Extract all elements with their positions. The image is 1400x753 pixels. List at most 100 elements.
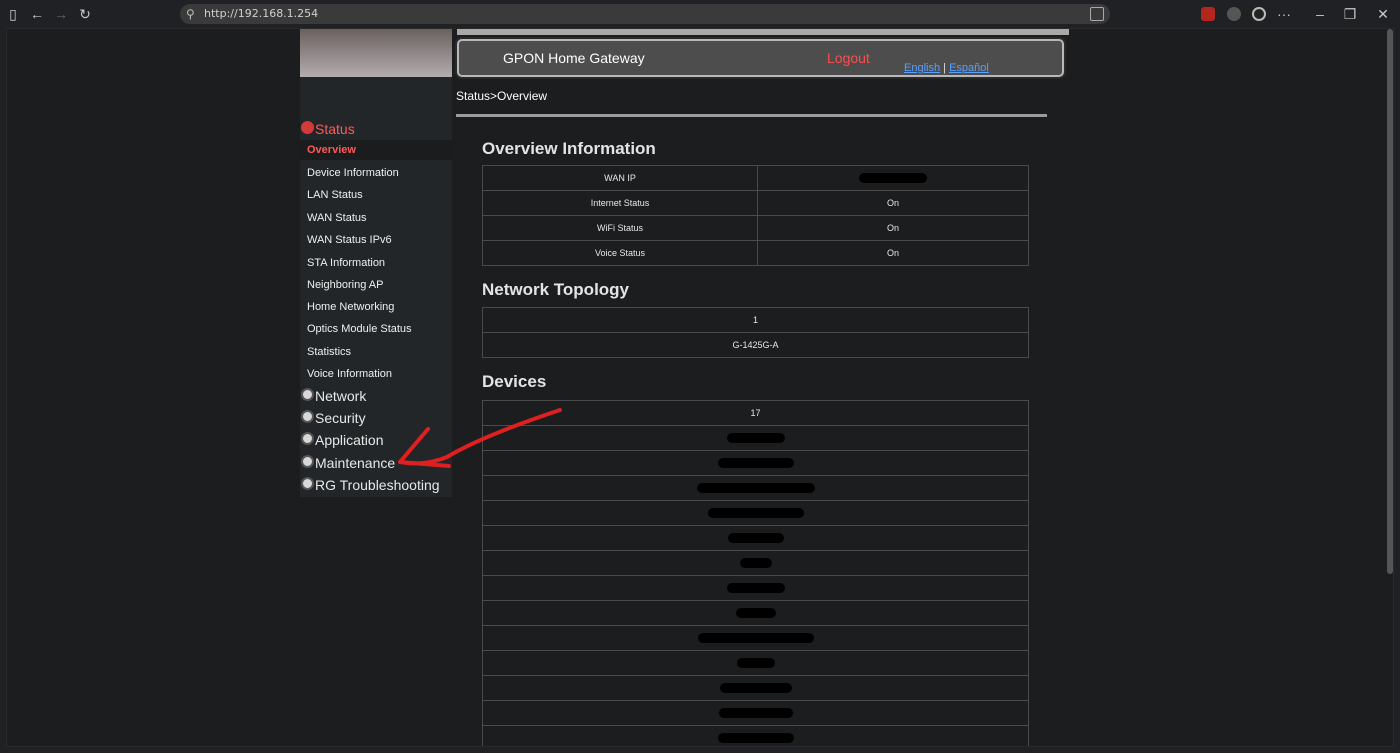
menu-status-label: Status [315, 121, 355, 137]
browser-toolbar: ▯ ← → ↻ ⚲ http://192.168.1.254 ··· – ❐ ✕ [0, 0, 1400, 28]
page-viewport: GPON Home Gateway Logout English | Españ… [6, 28, 1394, 747]
table-row: G-1425G-A [482, 332, 1029, 358]
table-row [482, 625, 1029, 651]
redaction-mark [726, 433, 785, 444]
sidebar-item-home-networking[interactable]: Home Networking [300, 297, 452, 317]
sidebar-item-neighboring-ap[interactable]: Neighboring AP [300, 275, 452, 295]
wan-ip-label: WAN IP [482, 165, 758, 191]
site-info-icon[interactable]: ⚲ [186, 5, 202, 23]
language-selector: English | Español [904, 62, 989, 74]
reader-mode-icon[interactable] [1090, 7, 1104, 21]
status-menu-icon [301, 121, 314, 134]
gateway-header: GPON Home Gateway Logout English | Españ… [457, 39, 1064, 77]
application-menu-icon [301, 432, 314, 445]
redaction-mark [735, 608, 776, 619]
restore-icon[interactable]: ❐ [1341, 5, 1359, 23]
internet-status-label: Internet Status [482, 190, 758, 216]
device-row-redacted [482, 550, 1029, 576]
device-row-redacted [482, 500, 1029, 526]
gateway-title: GPON Home Gateway [503, 50, 645, 66]
device-row-redacted [482, 600, 1029, 626]
breadcrumb: Status>Overview [456, 89, 548, 103]
menu-application-label: Application [315, 432, 384, 448]
device-row-redacted [482, 575, 1029, 601]
table-row [482, 675, 1029, 701]
internet-status-value: On [757, 190, 1029, 216]
sidebar-item-optics-module-status[interactable]: Optics Module Status [300, 319, 452, 339]
menu-security[interactable]: Security [300, 408, 452, 428]
table-row [482, 450, 1029, 476]
profile-icon[interactable] [1252, 7, 1266, 21]
address-bar[interactable]: ⚲ http://192.168.1.254 [180, 4, 1110, 24]
wifi-status-label: WiFi Status [482, 215, 758, 241]
table-row: WAN IP [482, 165, 1029, 191]
redaction-mark [717, 733, 794, 744]
overview-title: Overview Information [482, 139, 656, 158]
extension-icon[interactable] [1227, 7, 1241, 21]
sidebar-item-sta-information[interactable]: STA Information [300, 253, 452, 273]
menu-security-label: Security [315, 410, 366, 426]
table-row: Internet Status On [482, 190, 1029, 216]
breadcrumb-divider [456, 114, 1047, 117]
device-row-redacted [482, 700, 1029, 726]
network-menu-icon [301, 388, 314, 401]
page-scrollbar[interactable] [1387, 29, 1393, 574]
table-row: 1 [482, 307, 1029, 333]
topology-title: Network Topology [482, 280, 630, 299]
sidebar-item-wan-status[interactable]: WAN Status [300, 208, 452, 228]
overview-table: WAN IP Internet Status On WiFi Status On… [482, 165, 1029, 266]
sidebar-item-voice-information[interactable]: Voice Information [300, 364, 452, 384]
table-row [482, 425, 1029, 451]
device-row-redacted [482, 525, 1029, 551]
lang-separator: | [943, 62, 946, 74]
wan-ip-value [757, 165, 1029, 191]
logout-link[interactable]: Logout [827, 50, 870, 66]
redaction-mark [859, 173, 927, 184]
devices-count: 17 [482, 400, 1029, 426]
redaction-mark [739, 558, 772, 569]
redaction-mark [718, 708, 793, 719]
sidebar-item-overview[interactable]: Overview [300, 140, 452, 160]
topology-count: 1 [482, 307, 1029, 333]
devices-title: Devices [482, 372, 547, 391]
sidebar-toggle-icon[interactable]: ▯ [4, 5, 22, 23]
sidebar-item-wan-status-ipv6[interactable]: WAN Status IPv6 [300, 230, 452, 250]
topology-device: G-1425G-A [482, 332, 1029, 358]
close-icon[interactable]: ✕ [1374, 5, 1392, 23]
sidebar-item-device-information[interactable]: Device Information [300, 163, 452, 183]
security-menu-icon [301, 410, 314, 423]
device-row-redacted [482, 725, 1029, 746]
lang-spanish-link[interactable]: Español [949, 62, 989, 74]
device-row-redacted [482, 425, 1029, 451]
menu-rg-troubleshooting[interactable]: RG Troubleshooting [300, 475, 452, 495]
url-text[interactable]: http://192.168.1.254 [204, 4, 318, 24]
lang-english-link[interactable]: English [904, 62, 940, 74]
back-icon[interactable]: ← [28, 5, 46, 23]
forward-icon[interactable]: → [52, 5, 70, 23]
table-row [482, 525, 1029, 551]
menu-network[interactable]: Network [300, 386, 452, 406]
header-top-strip [457, 29, 1069, 35]
sidebar-item-lan-status[interactable]: LAN Status [300, 185, 452, 205]
menu-maintenance-label: Maintenance [315, 455, 396, 471]
minimize-icon[interactable]: – [1311, 5, 1329, 23]
table-row [482, 650, 1029, 676]
maintenance-menu-icon [301, 455, 314, 468]
more-menu-icon[interactable]: ··· [1275, 5, 1293, 23]
table-row: WiFi Status On [482, 215, 1029, 241]
redaction-mark [717, 458, 794, 469]
reload-icon[interactable]: ↻ [76, 5, 94, 23]
menu-status[interactable]: Status [300, 119, 452, 139]
table-row [482, 575, 1029, 601]
menu-rg-troubleshooting-label: RG Troubleshooting [315, 477, 440, 493]
redaction-mark [707, 508, 804, 519]
menu-maintenance[interactable]: Maintenance [300, 453, 452, 473]
ublock-extension-icon[interactable] [1201, 7, 1215, 21]
table-row [482, 700, 1029, 726]
table-row: 17 [482, 400, 1029, 426]
menu-application[interactable]: Application [300, 430, 452, 450]
sidebar-item-statistics[interactable]: Statistics [300, 342, 452, 362]
device-row-redacted [482, 675, 1029, 701]
voice-status-value: On [757, 240, 1029, 266]
redaction-mark [726, 583, 785, 594]
